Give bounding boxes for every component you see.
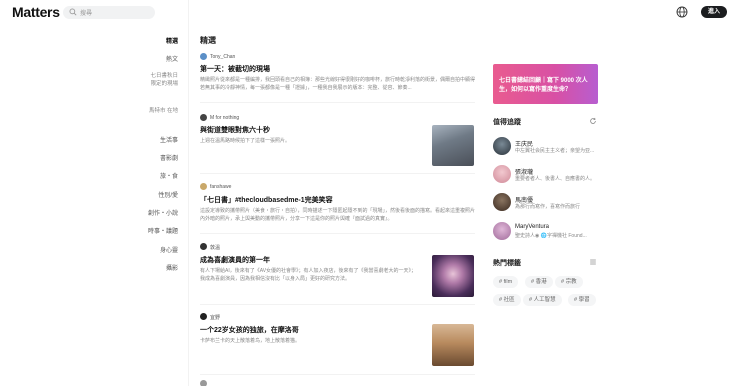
author-name: 敦溫 [210, 245, 221, 251]
tags-section-title: 熱門標籤 [493, 260, 521, 267]
user-name[interactable]: MaryVentura [515, 224, 549, 230]
promo-banner[interactable]: 七日書總結回顧｜寫下 9000 次人生，如何以寫作重度生命？ [493, 64, 598, 104]
avatar [200, 313, 207, 320]
tag-label: 人工智慧 [533, 297, 556, 303]
recommended-user[interactable]: MaryVentura 聖史詩人◉ 🌐字禪機社 Found... [493, 222, 603, 242]
search-input[interactable]: 搜尋 [80, 8, 92, 17]
follow-section-title: 值得追蹤 [493, 119, 521, 126]
avatar [493, 137, 511, 155]
hash-icon: # [561, 279, 565, 285]
author-name: fanshawe [210, 184, 232, 190]
post-separator [200, 374, 475, 375]
post-separator [200, 173, 475, 174]
hash-icon: # [529, 297, 533, 303]
user-description: 中左翼社会民主主义者；亲望为亚... [515, 148, 595, 154]
post-title[interactable]: 第一天：被截切的現場 [200, 64, 270, 74]
nav-item-mind-body[interactable]: 身心靈 [160, 245, 178, 254]
refresh-icon[interactable] [589, 117, 597, 125]
tag-chip[interactable]: # 學習 [568, 294, 596, 306]
hash-icon: # [574, 297, 578, 303]
feed-post[interactable]: Tony_Chan 第一天：被截切的現場 精緻照片從來都是一種編排，我回頭看自己… [200, 53, 475, 95]
user-description: 為那行而寫作，喜寫作而旅行 [515, 204, 581, 210]
nav-item-local[interactable]: 馬特市 在地 [146, 107, 178, 115]
nav-item-books-films[interactable]: 書影劇 [160, 153, 178, 162]
tag-label: 宗教 [565, 279, 577, 285]
post-thumbnail[interactable] [432, 324, 474, 366]
login-button[interactable]: 進入 [701, 6, 727, 18]
avatar [200, 114, 207, 121]
tag-label: 學習 [578, 297, 590, 303]
recommended-user[interactable]: 張淑瓏 重要者者人、後書人、自應書的人。 [493, 165, 603, 185]
hash-icon: # [531, 279, 535, 285]
nav-item-creative[interactable]: 創作・小說 [148, 208, 178, 217]
avatar [200, 380, 207, 386]
post-separator [200, 102, 475, 103]
recommended-user[interactable]: 王庆民 中左翼社会民主主义者；亲望为亚... [493, 137, 603, 157]
tag-label: 香港 [535, 279, 547, 285]
post-thumbnail[interactable] [432, 125, 474, 166]
avatar [200, 243, 207, 250]
post-summary: 上週在溫馬路時候拍下了這樣一張照片。 [200, 138, 291, 144]
header: Matters 搜尋 進入 [0, 0, 740, 26]
tag-chip[interactable]: # 社區 [493, 294, 521, 306]
post-summary: 有人下場給AI，後來有了《AV女優的社會學》；有人加入夜店，後來有了《我當喜劇老… [200, 268, 417, 282]
search-bar[interactable]: 搜尋 [63, 6, 155, 19]
post-summary: 精緻照片從來都是一種編排，我回頭看自己的相簿：那些光線好得很剛好的咖啡杯，旅行時… [200, 77, 475, 91]
filter-icon[interactable] [589, 258, 597, 266]
recommended-user[interactable]: 馬南優 為那行而寫作，喜寫作而旅行 [493, 193, 603, 213]
divider [188, 0, 189, 386]
nav-item-hot[interactable]: 熱文 [166, 54, 178, 63]
hash-icon: # [499, 279, 503, 285]
feed-post[interactable] [200, 380, 475, 386]
avatar [493, 193, 511, 211]
post-summary: 這設定導致的攜帶照片（美食・旅行・自拍），同時描述一下隱匿起隱不到的「現場」，然… [200, 208, 475, 222]
nav-item-featured[interactable]: 精選 [166, 36, 178, 45]
author-name: M for nothing [210, 115, 240, 121]
feed-post[interactable]: fanshawe 「七日書」#thecloudbasedme-1完美笑容 這設定… [200, 183, 475, 225]
post-title[interactable]: 與街道雙眼對焦六十秒 [200, 125, 270, 135]
author-name: Tony_Chan [210, 54, 236, 60]
feed-title: 精選 [200, 36, 216, 45]
post-title[interactable]: 一个22岁女孩的独旅，在摩洛哥 [200, 325, 299, 335]
user-description: 聖史詩人◉ 🌐字禪機社 Found... [515, 233, 587, 239]
tag-chip[interactable]: # 宗教 [555, 276, 583, 288]
author-name: 宜野 [210, 315, 221, 321]
tag-chip[interactable]: # film [493, 276, 519, 288]
post-thumbnail[interactable] [432, 255, 474, 297]
nav-item-photography[interactable]: 攝影 [166, 263, 178, 272]
nav-item-life[interactable]: 生活事 [160, 135, 178, 144]
nav-item-gender-love[interactable]: 性別/愛 [158, 190, 178, 199]
banner-text: 七日書總結回顧｜寫下 9000 次人生，如何以寫作重度生命？ [499, 78, 588, 93]
post-title[interactable]: 成為喜劇演員的第一年 [200, 255, 270, 265]
tag-label: 社區 [503, 297, 515, 303]
post-separator [200, 233, 475, 234]
app-logo[interactable]: Matters [12, 4, 60, 20]
avatar [493, 222, 511, 240]
user-description: 重要者者人、後書人、自應書的人。 [515, 176, 596, 182]
tag-chip[interactable]: # 香港 [525, 276, 553, 288]
nav-item-seven-day-book[interactable]: 七日書秋日限定的現場 [146, 72, 178, 88]
search-icon [69, 8, 77, 16]
post-title[interactable]: 「七日書」#thecloudbasedme-1完美笑容 [200, 195, 333, 205]
hash-icon: # [499, 297, 503, 303]
avatar [200, 183, 207, 190]
post-summary: 卡萨布兰卡的天上散落着鸟，地上散落着猫。 [200, 338, 301, 344]
avatar [200, 53, 207, 60]
nav-item-current-affairs[interactable]: 時事・議題 [148, 226, 178, 235]
globe-icon[interactable] [676, 6, 688, 18]
avatar [493, 165, 511, 183]
tag-label: film [503, 279, 513, 285]
nav-item-travel-food[interactable]: 旅・食 [160, 171, 178, 180]
tag-chip[interactable]: # 人工智慧 [523, 294, 562, 306]
post-separator [200, 304, 475, 305]
